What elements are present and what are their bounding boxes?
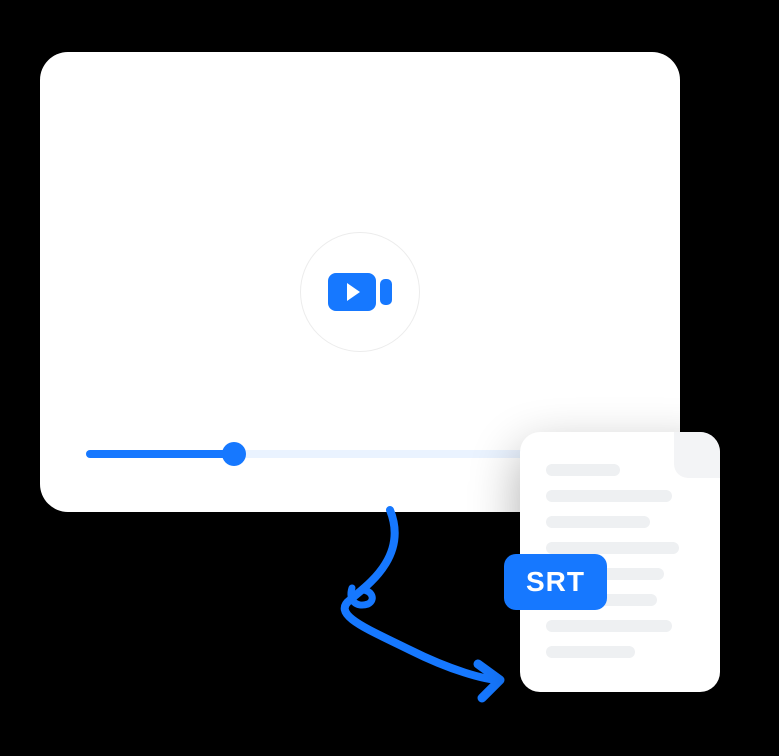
file-fold-icon xyxy=(674,432,720,478)
file-line xyxy=(546,620,672,632)
curved-arrow-icon xyxy=(300,500,520,710)
file-line xyxy=(546,464,620,476)
srt-badge: SRT xyxy=(504,554,607,610)
progress-fill xyxy=(86,450,234,458)
progress-thumb[interactable] xyxy=(222,442,246,466)
file-line xyxy=(546,542,679,554)
file-line xyxy=(546,646,635,658)
file-line xyxy=(546,516,650,528)
play-button[interactable] xyxy=(300,232,420,352)
file-line xyxy=(546,490,672,502)
video-camera-icon xyxy=(328,273,392,311)
srt-file-card: SRT xyxy=(520,432,720,692)
